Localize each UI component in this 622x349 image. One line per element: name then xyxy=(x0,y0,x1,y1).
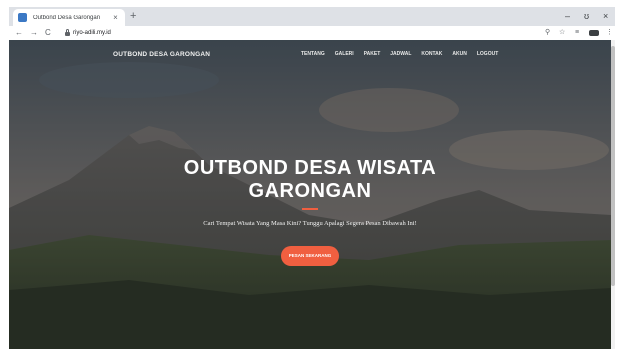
site-brand-link[interactable]: OUTBOND DESA GARONGAN xyxy=(113,51,210,58)
nav-item-jadwal[interactable]: JADWAL xyxy=(390,51,411,57)
browser-menu-icon[interactable]: ⋮ xyxy=(606,27,613,39)
tab-strip: Outbond Desa Garongan × + – ʊ × xyxy=(9,7,615,26)
nav-item-logout[interactable]: LOGOUT xyxy=(477,51,498,57)
url-field[interactable]: riyo-adili.my.id xyxy=(73,27,111,39)
hero-title-line-1: OUTBOND DESA WISATA xyxy=(183,157,437,179)
back-button[interactable]: ← xyxy=(15,27,23,39)
browser-window: Outbond Desa Garongan × + – ʊ × ← → C ri… xyxy=(9,7,615,349)
nav-item-tentang[interactable]: TENTANG xyxy=(301,51,325,57)
hero-title: OUTBOND DESA WISATA GARONGAN xyxy=(149,157,471,203)
hero-divider xyxy=(302,208,318,210)
new-tab-button[interactable]: + xyxy=(130,9,136,24)
media-icon[interactable]: ≡ xyxy=(575,27,579,39)
order-now-button[interactable]: PESAN SEKARANG xyxy=(281,246,339,266)
nav-item-galeri[interactable]: GALERI xyxy=(335,51,354,57)
hero-section: OUTBOND DESA GARONGAN TENTANG GALERI PAK… xyxy=(9,40,611,349)
tab-close-icon[interactable]: × xyxy=(111,13,120,22)
close-window-button[interactable]: × xyxy=(603,9,608,23)
tab-title: Outbond Desa Garongan xyxy=(33,14,101,21)
scrollbar-thumb[interactable] xyxy=(611,46,615,286)
nav-item-paket[interactable]: PAKET xyxy=(364,51,381,57)
hero-subtitle: Cari Tempat Wisata Yang Masa Kini? Tungg… xyxy=(203,220,417,227)
reload-button[interactable]: C xyxy=(45,27,51,39)
browser-tab[interactable]: Outbond Desa Garongan × xyxy=(13,9,125,26)
address-toolbar: ← → C riyo-adili.my.id ⚲ ☆ ≡ ⋮ xyxy=(9,26,615,40)
minimize-button[interactable]: – xyxy=(565,9,570,23)
favicon-icon xyxy=(18,13,27,22)
nav-item-akun[interactable]: AKUN xyxy=(452,51,466,57)
zoom-icon[interactable]: ⚲ xyxy=(545,27,550,39)
hero-title-line-2: GARONGAN xyxy=(248,180,372,202)
site-navigation: TENTANG GALERI PAKET JADWAL KONTAK AKUN … xyxy=(301,51,498,57)
restore-button[interactable]: ʊ xyxy=(584,9,589,23)
nav-item-kontak[interactable]: KONTAK xyxy=(421,51,442,57)
forward-button[interactable]: → xyxy=(30,27,38,39)
bookmark-star-icon[interactable]: ☆ xyxy=(559,27,565,39)
page-scrollbar[interactable] xyxy=(611,40,615,349)
lock-icon xyxy=(65,29,70,36)
profile-avatar[interactable] xyxy=(589,30,599,36)
